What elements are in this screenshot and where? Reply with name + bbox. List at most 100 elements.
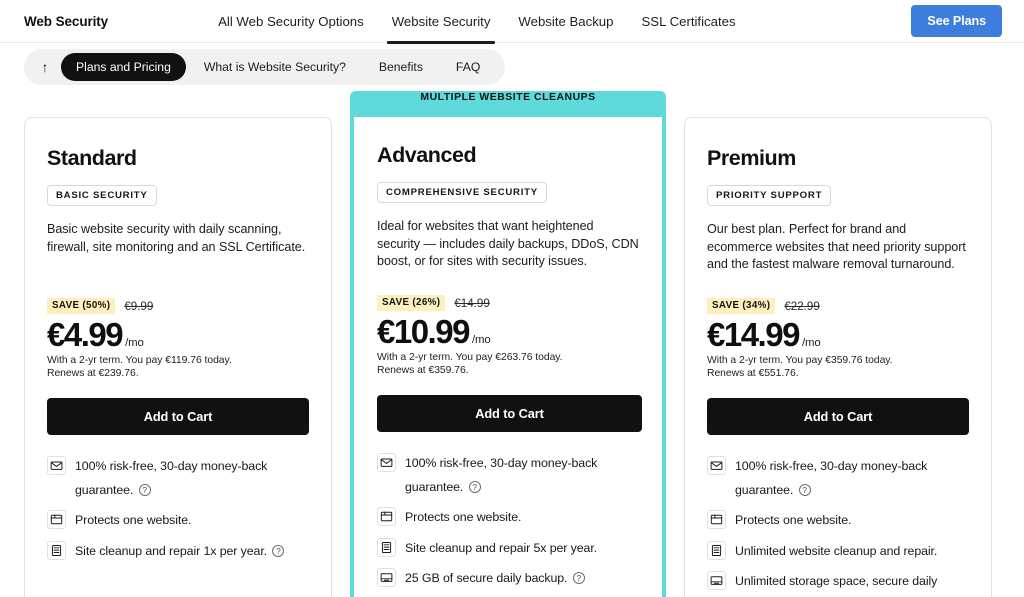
plan-feature: Site cleanup and repair 1x per year. ?	[47, 540, 309, 563]
feature-label: 100% risk-free, 30-day money-back guaran…	[735, 459, 928, 497]
price-period: /mo	[471, 333, 491, 346]
plan-price-line: €10.99/mo	[377, 315, 642, 349]
help-tooltip-icon[interactable]: ?	[272, 544, 285, 557]
help-tooltip-icon[interactable]: ?	[468, 480, 481, 493]
plan-feature: Site cleanup and repair 5x per year.	[377, 537, 642, 560]
plan-feature-text: Protects one website.	[75, 509, 191, 532]
subnav-pill-what-is-website-security[interactable]: What is Website Security?	[189, 53, 361, 81]
nav-item-website-backup[interactable]: Website Backup	[504, 0, 627, 43]
backup-drive-icon	[377, 568, 396, 588]
nav-item-all-web-security-options[interactable]: All Web Security Options	[204, 0, 378, 43]
see-plans-button[interactable]: See Plans	[911, 5, 1002, 37]
site-header: Web Security All Web Security Options Web…	[0, 0, 1024, 44]
plan-column-premium: Premium Priority Support Our best plan. Pe…	[684, 91, 992, 597]
feature-label: 25 GB of secure daily backup.	[405, 571, 568, 586]
server-icon	[47, 540, 66, 560]
plan-feature-list: 100% risk-free, 30-day money-back guaran…	[377, 452, 642, 597]
plan-save-row: SAVE (26%) €14.99	[377, 295, 642, 311]
plan-description: Our best plan. Perfect for brand and eco…	[707, 222, 966, 272]
plan-price-line: €14.99/mo	[707, 318, 969, 352]
plan-tag-badge: Priority Support	[707, 185, 832, 206]
plan-feature-text: Unlimited website cleanup and repair.	[735, 540, 937, 563]
server-icon	[377, 537, 396, 557]
feature-label: Unlimited storage space, secure daily ba…	[735, 574, 938, 589]
save-badge: SAVE (34%)	[707, 298, 776, 314]
feature-label: Unlimited website cleanup and repair.	[735, 543, 938, 558]
backup-drive-icon	[707, 571, 726, 591]
plan-terms: With a 2-yr term. You pay €119.76 today.…	[47, 354, 309, 381]
current-price: €10.99	[377, 313, 470, 350]
plan-feature: Protects one website.	[377, 506, 642, 529]
plan-feature: Unlimited storage space, secure daily ba…	[707, 570, 969, 597]
pricing-card-grid: Standard Basic Security Basic website secu…	[0, 91, 1024, 597]
feature-label: Site cleanup and repair 5x per year.	[405, 540, 598, 555]
plan-terms-line-2: Renews at €239.76.	[47, 368, 139, 380]
plan-tag-badge: Basic Security	[47, 185, 157, 206]
plan-feature: 25 GB of secure daily backup. ?	[377, 567, 642, 590]
original-price: €9.99	[124, 299, 154, 313]
add-to-cart-button[interactable]: Add to Cart	[47, 398, 309, 436]
nav-item-ssl-certificates[interactable]: SSL Certificates	[627, 0, 749, 43]
original-price: €22.99	[784, 299, 820, 313]
plan-card-premium: Premium Priority Support Our best plan. Pe…	[684, 117, 992, 597]
envelope-icon	[707, 456, 726, 476]
plan-feature-list: 100% risk-free, 30-day money-back guaran…	[707, 455, 969, 597]
nav-item-website-security[interactable]: Website Security	[378, 0, 505, 44]
current-price: €4.99	[47, 316, 124, 353]
help-tooltip-icon[interactable]: ?	[572, 572, 585, 585]
plan-terms: With a 2-yr term. You pay €263.76 today.…	[377, 351, 642, 378]
plan-price-block: SAVE (26%) €14.99 €10.99/mo With a 2-yr ter…	[377, 295, 642, 377]
plan-feature-text: 100% risk-free, 30-day money-back guaran…	[75, 455, 307, 502]
original-price: €14.99	[454, 296, 490, 310]
plan-description: Ideal for websites that want heightened …	[377, 219, 639, 269]
plan-column-advanced: Multiple Website Cleanups Advanced Compreh…	[350, 91, 666, 597]
feature-label: 100% risk-free, 30-day money-back guaran…	[405, 456, 598, 494]
server-icon	[707, 540, 726, 560]
plan-title: Premium	[707, 146, 796, 170]
subnav-pill-faq[interactable]: FAQ	[441, 53, 495, 81]
plan-title: Standard	[47, 146, 137, 170]
ribbon-spacer	[24, 91, 332, 117]
plan-terms-line-1: With a 2-yr term. You pay €359.76 today.	[707, 354, 893, 366]
plan-price-block: SAVE (34%) €22.99 €14.99/mo With a 2-yr ter…	[707, 298, 969, 380]
browser-window-icon	[47, 510, 66, 530]
browser-window-icon	[377, 507, 396, 527]
section-subnav: ↑ Plans and Pricing What is Website Secur…	[0, 43, 1024, 91]
plan-terms-line-1: With a 2-yr term. You pay €263.76 today.	[377, 351, 563, 363]
subnav-pill-plans-and-pricing[interactable]: Plans and Pricing	[61, 53, 186, 81]
help-tooltip-icon[interactable]: ?	[138, 483, 151, 496]
plan-feature-text: Protects one website.	[735, 509, 851, 532]
plan-feature: 100% risk-free, 30-day money-back guaran…	[47, 455, 309, 502]
arrow-up-icon[interactable]: ↑	[32, 54, 58, 80]
plan-card-standard: Standard Basic Security Basic website secu…	[24, 117, 332, 597]
feature-label: Protects one website.	[405, 510, 522, 525]
plan-feature-text: 25 GB of secure daily backup. ?	[405, 567, 585, 590]
price-period: /mo	[125, 336, 144, 349]
plan-feature-text: Protects one website.	[405, 506, 521, 529]
subnav-pill-benefits[interactable]: Benefits	[364, 53, 438, 81]
plan-price-line: €4.99/mo	[47, 318, 309, 352]
save-badge: SAVE (50%)	[47, 298, 116, 314]
plan-card-advanced: Advanced Comprehensive Security Ideal for …	[350, 117, 666, 597]
plan-tag-badge: Comprehensive Security	[377, 182, 547, 203]
add-to-cart-button[interactable]: Add to Cart	[707, 398, 969, 436]
plan-feature: 100% risk-free, 30-day money-back guaran…	[707, 455, 969, 502]
add-to-cart-button[interactable]: Add to Cart	[377, 395, 642, 433]
plan-save-row: SAVE (34%) €22.99	[707, 298, 969, 314]
plan-feature: Unlimited website cleanup and repair.	[707, 540, 969, 563]
feature-label: 100% risk-free, 30-day money-back guaran…	[75, 459, 268, 497]
plan-feature: Protects one website.	[47, 509, 309, 532]
plan-feature-list: 100% risk-free, 30-day money-back guaran…	[47, 455, 309, 563]
help-tooltip-icon[interactable]: ?	[798, 483, 811, 496]
envelope-icon	[377, 453, 396, 473]
brand-title: Web Security	[24, 13, 109, 29]
save-badge: SAVE (26%)	[377, 295, 446, 311]
plan-feature-text: Site cleanup and repair 1x per year. ?	[75, 540, 285, 563]
plan-column-standard: Standard Basic Security Basic website secu…	[24, 91, 332, 597]
plan-feature-text: Site cleanup and repair 5x per year.	[405, 537, 597, 560]
envelope-icon	[47, 456, 66, 476]
browser-window-icon	[707, 510, 726, 530]
featured-ribbon: Multiple Website Cleanups	[350, 91, 666, 117]
feature-label: Protects one website.	[735, 513, 852, 528]
feature-label: Protects one website.	[75, 513, 192, 528]
